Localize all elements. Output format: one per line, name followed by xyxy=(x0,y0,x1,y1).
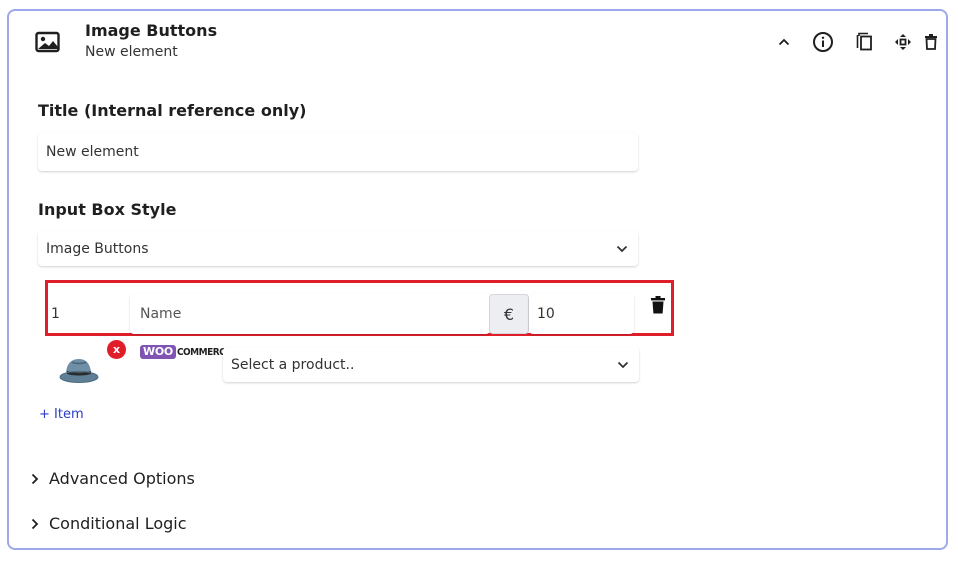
item-price-value: 10 xyxy=(537,306,555,322)
item-name-input[interactable]: Name xyxy=(130,294,490,334)
delete-item-icon[interactable] xyxy=(650,296,666,318)
advanced-options-toggle[interactable]: Advanced Options xyxy=(31,469,195,488)
trash-icon[interactable] xyxy=(920,31,942,53)
advanced-options-label: Advanced Options xyxy=(49,469,195,488)
item-number: 1 xyxy=(51,306,60,322)
element-subtitle: New element xyxy=(85,44,178,60)
hat-thumbnail[interactable] xyxy=(56,351,102,389)
woocommerce-logo: WOO COMMERCE xyxy=(140,345,231,359)
item-name-placeholder: Name xyxy=(140,306,182,322)
remove-image-button[interactable]: x xyxy=(107,340,126,359)
add-item-link[interactable]: + Item xyxy=(39,407,84,422)
product-select-placeholder: Select a product.. xyxy=(231,356,355,373)
input-box-style-value: Image Buttons xyxy=(46,240,149,257)
element-title: Image Buttons xyxy=(85,21,218,40)
copy-icon[interactable] xyxy=(854,31,876,53)
chevron-right-icon xyxy=(31,473,45,485)
conditional-logic-toggle[interactable]: Conditional Logic xyxy=(31,514,187,533)
image-icon xyxy=(35,31,61,53)
chevron-down-icon xyxy=(617,357,629,373)
element-card: Image Buttons New element Title (Interna… xyxy=(7,9,948,550)
input-box-style-select[interactable]: Image Buttons xyxy=(38,231,638,266)
product-select[interactable]: Select a product.. xyxy=(223,347,639,382)
woo-logo-badge: WOO xyxy=(140,345,176,359)
item-price-input[interactable]: 10 xyxy=(529,294,634,334)
chevron-down-icon xyxy=(616,241,628,257)
info-icon[interactable] xyxy=(812,31,834,53)
conditional-logic-label: Conditional Logic xyxy=(49,514,187,533)
currency-addon: € xyxy=(489,294,529,334)
title-input[interactable]: New element xyxy=(38,133,638,171)
move-icon[interactable] xyxy=(892,31,914,53)
title-input-value: New element xyxy=(46,144,139,160)
input-box-style-label: Input Box Style xyxy=(38,200,177,219)
title-field-label: Title (Internal reference only) xyxy=(38,101,307,120)
chevron-up-icon[interactable] xyxy=(773,31,795,53)
chevron-right-icon xyxy=(31,518,45,530)
